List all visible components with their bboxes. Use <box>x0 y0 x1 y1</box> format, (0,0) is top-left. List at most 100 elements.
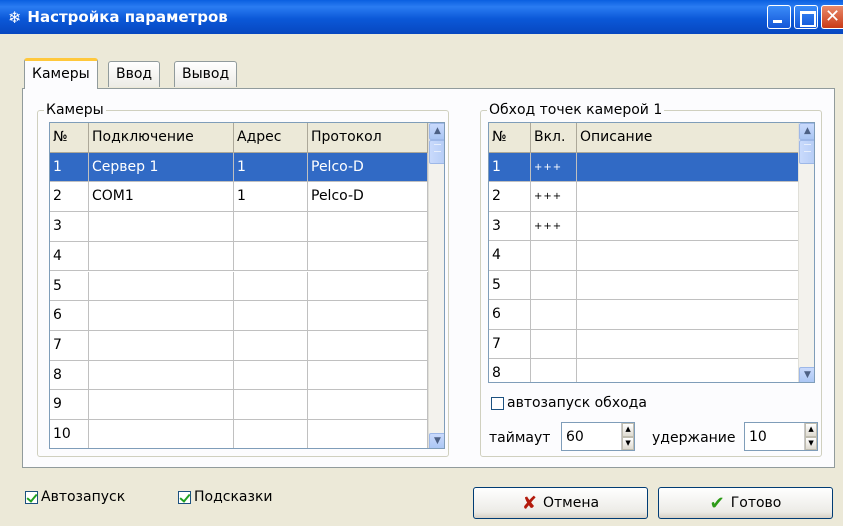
table-cell[interactable] <box>89 212 234 242</box>
table-row[interactable]: 2 +++ <box>489 182 799 212</box>
cancel-button[interactable]: ✘ Отмена <box>473 487 648 519</box>
timeout-spinbox[interactable]: ▲ ▼ <box>561 422 635 451</box>
table-cell[interactable]: +++ <box>531 182 577 212</box>
scroll-down-icon[interactable]: ▼ <box>429 433 444 448</box>
table-cell[interactable]: 7 <box>489 329 531 359</box>
table-cell[interactable] <box>89 360 234 391</box>
table-cell[interactable] <box>577 359 799 382</box>
column-header[interactable]: Протокол <box>308 123 428 153</box>
hold-spin-buttons[interactable]: ▲ ▼ <box>804 423 817 450</box>
autostart-tour-checkbox[interactable]: автозапуск обхода <box>491 395 647 411</box>
scroll-thumb[interactable] <box>799 140 814 164</box>
table-cell[interactable]: Сервер 1 <box>89 152 234 183</box>
table-cell[interactable] <box>89 420 234 448</box>
table-cell[interactable] <box>89 271 234 302</box>
scroll-down-icon[interactable]: ▼ <box>799 367 814 382</box>
table-row[interactable]: 4 <box>50 241 428 272</box>
hints-checkbox[interactable]: Подсказки <box>178 489 273 505</box>
table-row[interactable]: 8 <box>489 359 799 382</box>
table-cell[interactable] <box>577 270 799 300</box>
table-cell[interactable] <box>234 330 308 361</box>
table-cell[interactable] <box>89 390 234 420</box>
table-cell[interactable]: 8 <box>50 360 89 391</box>
table-cell[interactable] <box>89 330 234 361</box>
table-cell[interactable]: Pelco-D <box>308 182 428 213</box>
table-row[interactable]: 2 COM1 1 Pelco-D <box>50 182 428 213</box>
table-cell[interactable] <box>308 241 428 272</box>
tab-cameras[interactable]: Камеры <box>24 58 98 89</box>
table-cell[interactable] <box>308 271 428 302</box>
table-cell[interactable] <box>234 390 308 420</box>
table-row[interactable]: 5 <box>489 270 799 300</box>
table-cell[interactable] <box>577 241 799 271</box>
table-row[interactable]: 5 <box>50 271 428 302</box>
table-row[interactable]: 6 <box>50 301 428 331</box>
table-cell[interactable]: 1 <box>234 182 308 213</box>
table-row[interactable]: 1 +++ <box>489 152 799 182</box>
close-button[interactable]: ✕ <box>821 5 843 29</box>
table-cell[interactable]: 4 <box>489 241 531 271</box>
table-cell[interactable] <box>531 270 577 300</box>
table-cell[interactable]: 3 <box>489 211 531 241</box>
table-row[interactable]: 8 <box>50 360 428 391</box>
table-cell[interactable] <box>531 241 577 271</box>
table-cell[interactable] <box>234 360 308 391</box>
table-cell[interactable]: 8 <box>489 359 531 382</box>
autostart-checkbox[interactable]: Автозапуск <box>25 489 125 505</box>
table-cell[interactable] <box>234 301 308 331</box>
table-cell[interactable] <box>577 211 799 241</box>
table-cell[interactable]: 6 <box>50 301 89 331</box>
table-cell[interactable] <box>234 420 308 448</box>
table-cell[interactable] <box>308 420 428 448</box>
column-header[interactable]: Подключение <box>89 123 234 153</box>
table-cell[interactable] <box>308 301 428 331</box>
scroll-thumb[interactable] <box>429 140 444 164</box>
column-header[interactable]: № <box>50 123 89 153</box>
scroll-up-icon[interactable]: ▲ <box>799 123 814 140</box>
table-row[interactable]: 3 +++ <box>489 211 799 241</box>
scroll-up-icon[interactable]: ▲ <box>429 123 444 140</box>
table-row[interactable]: 7 <box>50 330 428 361</box>
title-bar[interactable]: ❄ Настройка параметров <box>0 0 843 34</box>
table-cell[interactable] <box>308 330 428 361</box>
table-cell[interactable] <box>577 182 799 212</box>
timeout-spin-buttons[interactable]: ▲ ▼ <box>621 423 634 450</box>
table-cell[interactable] <box>89 301 234 331</box>
column-header[interactable]: Вкл. <box>531 123 577 153</box>
column-header[interactable]: Адрес <box>234 123 308 153</box>
table-cell[interactable]: 7 <box>50 330 89 361</box>
table-row[interactable]: 4 <box>489 241 799 271</box>
hints-box[interactable] <box>178 490 191 504</box>
maximize-button[interactable] <box>794 5 818 29</box>
table-cell[interactable]: 6 <box>489 300 531 330</box>
table-cell[interactable]: 4 <box>50 241 89 272</box>
table-row[interactable]: 3 <box>50 212 428 242</box>
table-cell[interactable]: COM1 <box>89 182 234 213</box>
table-cell[interactable]: 10 <box>50 420 89 448</box>
table-row[interactable]: 7 <box>489 329 799 359</box>
spin-down-icon[interactable]: ▼ <box>805 436 817 450</box>
minimize-button[interactable] <box>767 5 791 29</box>
table-row[interactable]: 1 Сервер 1 1 Pelco-D <box>50 152 428 183</box>
tab-output[interactable]: Вывод <box>174 61 238 87</box>
column-header[interactable]: № <box>489 123 531 153</box>
table-cell[interactable]: 1 <box>234 152 308 183</box>
vertical-scrollbar[interactable]: ▲ ▼ <box>428 123 444 448</box>
table-cell[interactable]: Pelco-D <box>308 152 428 183</box>
autostart-box[interactable] <box>25 490 38 504</box>
table-cell[interactable]: 9 <box>50 390 89 420</box>
timeout-input[interactable] <box>562 423 622 450</box>
table-cell[interactable] <box>577 152 799 182</box>
table-cell[interactable] <box>89 241 234 272</box>
table-cell[interactable]: +++ <box>531 211 577 241</box>
tab-input[interactable]: Ввод <box>108 61 161 87</box>
table-cell[interactable]: 1 <box>50 152 89 183</box>
table-cell[interactable] <box>308 212 428 242</box>
table-cell[interactable] <box>531 300 577 330</box>
table-cell[interactable] <box>577 300 799 330</box>
table-cell[interactable] <box>234 212 308 242</box>
table-row[interactable]: 10 <box>50 420 428 448</box>
hold-input[interactable] <box>745 423 805 450</box>
column-header[interactable]: Описание <box>577 123 799 153</box>
table-cell[interactable] <box>531 329 577 359</box>
